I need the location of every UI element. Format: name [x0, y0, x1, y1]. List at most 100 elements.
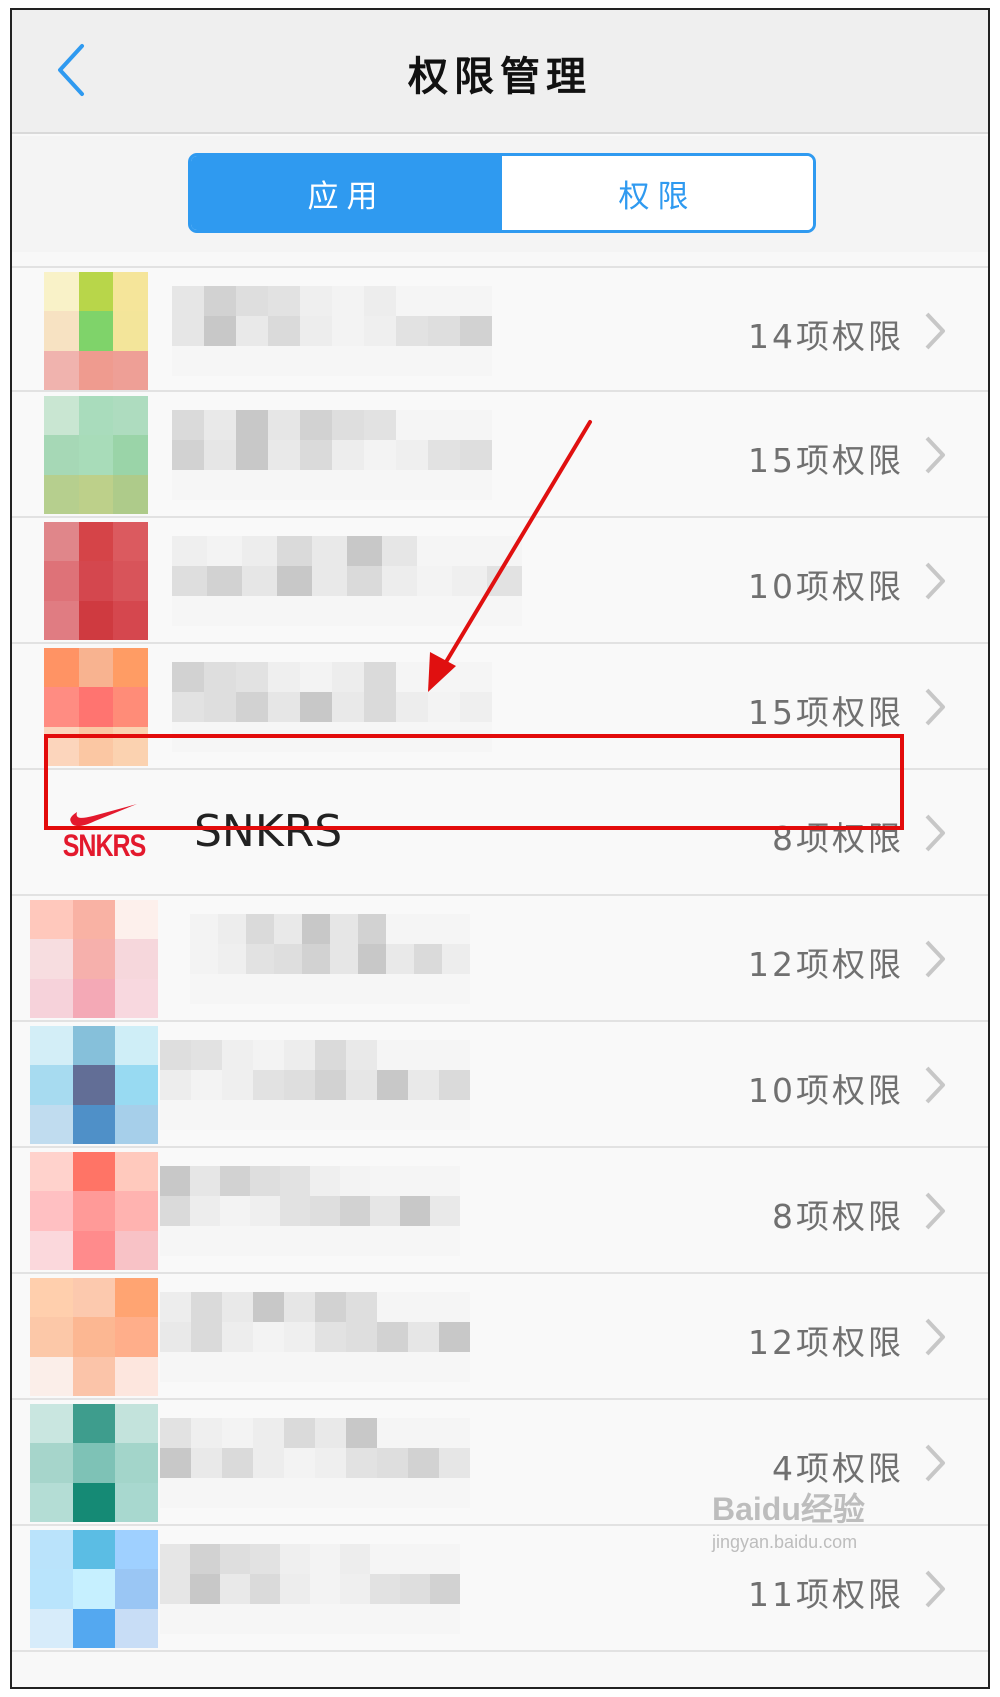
app-name-blurred — [172, 662, 492, 752]
blur-cell — [113, 522, 148, 562]
blur-cell — [340, 1226, 370, 1256]
blur-cell — [340, 1166, 370, 1196]
blur-cell — [460, 662, 492, 692]
blur-cell — [430, 1544, 460, 1574]
blur-cell — [218, 944, 246, 974]
blur-cell — [242, 596, 277, 626]
chevron-right-icon — [925, 814, 945, 852]
app-row[interactable]: 14项权限 — [12, 266, 988, 392]
blur-cell — [222, 1418, 253, 1448]
blur-cell — [30, 1152, 73, 1192]
blur-cell — [487, 596, 522, 626]
blur-cell — [439, 1418, 470, 1448]
blur-cell — [236, 410, 268, 440]
blur-cell — [274, 944, 302, 974]
blur-cell — [428, 662, 460, 692]
nav-bar: 权限管理 — [12, 10, 988, 134]
blur-cell — [44, 350, 79, 390]
blur-cell — [236, 662, 268, 692]
blur-cell — [408, 1292, 439, 1322]
blur-cell — [310, 1604, 340, 1634]
blur-cell — [72, 1026, 116, 1066]
blur-cell — [191, 1070, 222, 1100]
blur-cell — [172, 596, 207, 626]
blur-cell — [332, 346, 364, 376]
app-row[interactable]: 12项权限 — [12, 1274, 988, 1400]
app-name-blurred — [172, 286, 492, 376]
blur-cell — [160, 1226, 190, 1256]
blur-cell — [408, 1100, 439, 1130]
blur-cell — [191, 1100, 222, 1130]
blur-cell — [160, 1292, 191, 1322]
blur-cell — [115, 1356, 158, 1396]
blur-cell — [310, 1574, 340, 1604]
blur-cell — [30, 939, 73, 979]
blur-cell — [347, 566, 382, 596]
blur-cell — [222, 1100, 253, 1130]
permission-count: 12项权限 — [748, 1323, 904, 1362]
blur-cell — [417, 566, 452, 596]
blur-cell — [268, 410, 300, 440]
blur-cell — [312, 536, 347, 566]
blur-cell — [191, 1478, 222, 1508]
blur-cell — [190, 974, 218, 1004]
blur-cell — [439, 1292, 470, 1322]
blur-cell — [30, 1608, 73, 1648]
snkrs-logo-icon: SNKRS — [56, 788, 152, 874]
blur-cell — [220, 1604, 250, 1634]
blur-cell — [280, 1544, 310, 1574]
blur-cell — [332, 470, 364, 500]
blur-cell — [442, 944, 470, 974]
phone-screen: 权限管理 应用 权限 14项权限 15项权限 10项权限 15项权限 SNKRS… — [10, 8, 990, 1689]
blur-cell — [44, 522, 79, 562]
blur-cell — [358, 944, 386, 974]
app-row[interactable]: 8项权限 — [12, 1148, 988, 1274]
blur-cell — [302, 974, 330, 1004]
blur-cell — [310, 1544, 340, 1574]
baidu-watermark: Baidu经验 jingyan.baidu.com — [712, 1484, 892, 1574]
blur-cell — [346, 1100, 377, 1130]
tab-permissions[interactable]: 权限 — [502, 156, 813, 230]
blur-cell — [310, 1196, 340, 1226]
blur-cell — [160, 1322, 191, 1352]
app-row[interactable]: 10项权限 — [12, 1022, 988, 1148]
blur-cell — [172, 692, 204, 722]
app-row[interactable]: 12项权限 — [12, 896, 988, 1022]
blur-cell — [300, 346, 332, 376]
app-row[interactable]: 10项权限 — [12, 518, 988, 644]
blur-cell — [172, 346, 204, 376]
blur-cell — [78, 272, 114, 312]
blur-cell — [268, 470, 300, 500]
tab-apps[interactable]: 应用 — [191, 156, 502, 230]
permission-count: 8项权限 — [772, 819, 904, 858]
blur-cell — [115, 939, 158, 979]
blur-cell — [72, 1065, 116, 1105]
blur-cell — [358, 914, 386, 944]
blur-cell — [439, 1352, 470, 1382]
blur-cell — [78, 561, 114, 601]
blur-cell — [364, 692, 396, 722]
blur-cell — [414, 914, 442, 944]
app-row[interactable]: 15项权限 — [12, 392, 988, 518]
blur-cell — [377, 1070, 408, 1100]
app-icon — [30, 1026, 158, 1144]
blur-cell — [340, 1196, 370, 1226]
blur-cell — [332, 692, 364, 722]
blur-cell — [300, 692, 332, 722]
app-row-snkrs[interactable]: SNKRS SNKRS 8项权限 — [12, 770, 988, 896]
blur-cell — [160, 1196, 190, 1226]
blur-cell — [115, 1608, 158, 1648]
blur-cell — [428, 286, 460, 316]
blur-cell — [396, 692, 428, 722]
blur-cell — [115, 1191, 158, 1231]
blur-cell — [160, 1040, 191, 1070]
blur-cell — [78, 726, 114, 766]
blur-cell — [346, 1418, 377, 1448]
blur-cell — [414, 974, 442, 1004]
blur-cell — [44, 561, 79, 601]
app-row[interactable]: 15项权限 — [12, 644, 988, 770]
blur-cell — [400, 1574, 430, 1604]
app-name-blurred — [172, 536, 522, 626]
blur-cell — [452, 596, 487, 626]
blur-cell — [191, 1352, 222, 1382]
